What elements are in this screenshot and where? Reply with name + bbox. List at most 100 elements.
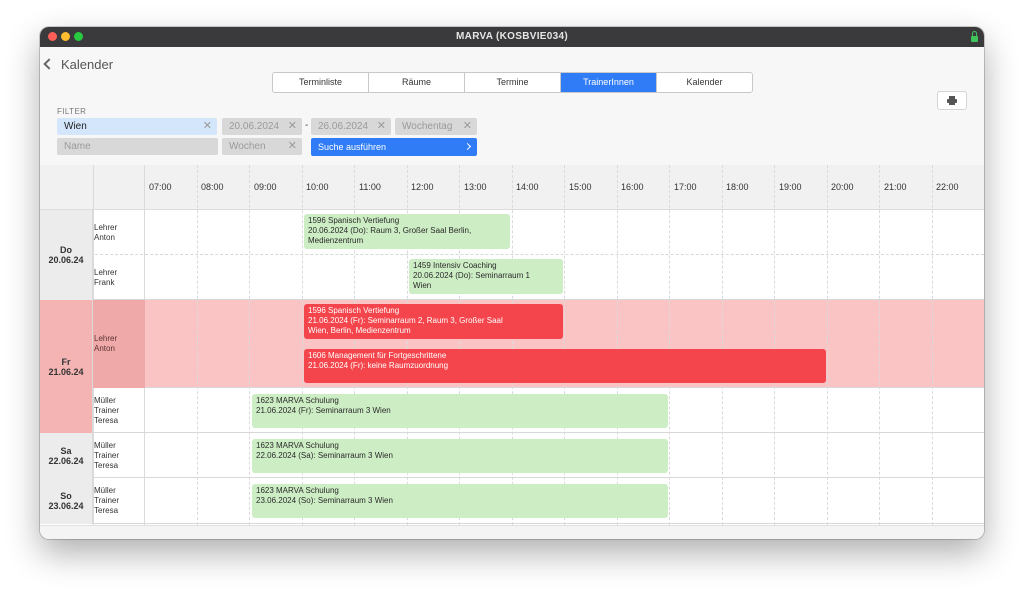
trainer-line: Lehrer: [94, 222, 118, 232]
event-title: 1596 Spanisch Vertiefung: [308, 216, 400, 225]
clear-date-from-icon[interactable]: ✕: [288, 118, 297, 135]
date-to-value: 26.06.2024: [318, 121, 369, 132]
event-detail: 21.06.2024 (Fr): Seminarraum 3 Wien: [256, 406, 391, 415]
clear-date-to-icon[interactable]: ✕: [377, 118, 386, 135]
tab-kalender[interactable]: Kalender: [657, 73, 752, 92]
trainer-line: Frank: [94, 277, 115, 287]
event-block[interactable]: 1623 MARVA Schulung 23.06.2024 (So): Sem…: [252, 484, 668, 518]
trainer-line: Teresa: [94, 460, 119, 470]
event-detail: Wien, Berlin, Medienzentrum: [308, 326, 411, 335]
hour-label: 10:00: [306, 182, 329, 192]
hour-label: 20:00: [831, 182, 854, 192]
search-button-label: Suche ausführen: [318, 142, 387, 152]
event-block-conflict[interactable]: 1606 Management für Fortgeschrittene 21.…: [304, 349, 826, 383]
minimize-window-button[interactable]: [61, 32, 70, 41]
hour-label: 07:00: [149, 182, 172, 192]
tab-trainerinnen[interactable]: TrainerInnen: [561, 73, 657, 92]
event-title: 1623 MARVA Schulung: [256, 486, 339, 495]
event-detail: 20.06.2024 (Do): Seminarraum 1: [413, 271, 530, 280]
trainer-cell[interactable]: Müller Trainer Teresa: [93, 433, 145, 478]
trainer-line: Anton: [94, 344, 115, 353]
event-detail: 23.06.2024 (So): Seminarraum 3 Wien: [256, 496, 393, 505]
event-detail: 20.06.2024 (Do): Raum 3, Großer Saal Ber…: [308, 226, 472, 235]
weekday-placeholder: Wochentag: [402, 121, 453, 132]
day-cell-sunday: So 23.06.24: [40, 478, 93, 524]
tab-termine[interactable]: Termine: [465, 73, 561, 92]
trainer-cell[interactable]: Müller Trainer Teresa: [93, 478, 145, 524]
chevron-left-icon: [43, 58, 55, 70]
tab-raeume[interactable]: Räume: [369, 73, 465, 92]
name-field[interactable]: Name: [57, 138, 218, 155]
hour-label: 13:00: [464, 182, 487, 192]
event-detail: 21.06.2024 (Fr): keine Raumzuordnung: [308, 361, 449, 370]
weekday-field[interactable]: Wochentag ✕: [395, 118, 477, 135]
title-bar: MARVA (KOSBVIE034): [40, 27, 984, 47]
date-from-value: 20.06.2024: [229, 121, 280, 132]
date-from-field[interactable]: 20.06.2024 ✕: [222, 118, 302, 135]
event-block[interactable]: 1623 MARVA Schulung 21.06.2024 (Fr): Sem…: [252, 394, 668, 428]
back-button[interactable]: Kalender: [43, 57, 114, 72]
trainer-line: Trainer: [94, 450, 120, 460]
weeks-placeholder: Wochen: [229, 141, 266, 152]
bottom-bar: [40, 525, 984, 539]
trainer-line: Trainer: [94, 405, 120, 415]
day-weekday: Do: [60, 245, 72, 255]
trainer-cell[interactable]: Lehrer Frank: [93, 255, 145, 300]
hour-label: 17:00: [674, 182, 697, 192]
search-button[interactable]: Suche ausführen: [311, 138, 477, 156]
trainer-cell[interactable]: Müller Trainer Teresa: [93, 388, 145, 433]
city-field[interactable]: Wien ✕: [57, 118, 217, 135]
event-detail: Wien: [413, 281, 432, 290]
event-title: 1596 Spanisch Vertiefung: [308, 306, 400, 315]
day-weekday: Fr: [61, 356, 71, 367]
hour-label: 14:00: [516, 182, 539, 192]
hour-label: 19:00: [779, 182, 802, 192]
clear-weeks-icon[interactable]: ✕: [288, 138, 297, 155]
hour-label: 18:00: [726, 182, 749, 192]
event-detail: Medienzentrum: [308, 236, 364, 245]
trainer-cell[interactable]: Lehrer Anton: [93, 210, 145, 255]
city-value: Wien: [64, 121, 87, 132]
printer-icon: [947, 96, 957, 105]
date-to-field[interactable]: 26.06.2024 ✕: [311, 118, 391, 135]
day-date: 20.06.24: [48, 255, 84, 265]
zoom-window-button[interactable]: [74, 32, 83, 41]
hour-label: 11:00: [359, 182, 381, 192]
day-weekday: So: [60, 491, 72, 501]
tab-terminliste[interactable]: Terminliste: [273, 73, 369, 92]
lock-icon: [971, 31, 978, 42]
day-cell-thursday: Do 20.06.24: [40, 210, 93, 300]
trainer-line: Lehrer: [94, 267, 118, 277]
clear-city-icon[interactable]: ✕: [203, 118, 212, 135]
hour-label: 16:00: [621, 182, 644, 192]
window-title: MARVA (KOSBVIE034): [456, 31, 568, 42]
event-block[interactable]: 1459 Intensiv Coaching 20.06.2024 (Do): …: [409, 259, 563, 294]
hour-label: 22:00: [936, 182, 959, 192]
clear-weekday-icon[interactable]: ✕: [463, 118, 472, 135]
event-block-conflict[interactable]: 1596 Spanisch Vertiefung 21.06.2024 (Fr)…: [304, 304, 563, 339]
event-block[interactable]: 1623 MARVA Schulung 22.06.2024 (Sa): Sem…: [252, 439, 668, 473]
trainer-schedule-grid: 07:00 08:00 09:00 10:00 11:00 12:00 13:0…: [40, 165, 984, 525]
date-separator: -: [305, 120, 309, 131]
back-label: Kalender: [61, 57, 114, 72]
view-tabs: Terminliste Räume Termine TrainerInnen K…: [272, 72, 753, 93]
event-title: 1606 Management für Fortgeschrittene: [308, 351, 447, 360]
trainer-line: Trainer: [94, 496, 120, 505]
trainer-line: Müller: [94, 486, 116, 495]
name-placeholder: Name: [64, 141, 91, 152]
hour-label: 21:00: [884, 182, 907, 192]
event-block[interactable]: 1596 Spanisch Vertiefung 20.06.2024 (Do)…: [304, 214, 510, 249]
close-window-button[interactable]: [48, 32, 57, 41]
hour-label: 15:00: [569, 182, 592, 192]
day-date: 23.06.24: [48, 501, 84, 511]
print-button[interactable]: [937, 91, 967, 110]
weeks-field[interactable]: Wochen ✕: [222, 138, 302, 155]
trainer-line: Müller: [94, 440, 116, 450]
hour-label: 09:00: [254, 182, 277, 192]
event-detail: 22.06.2024 (Sa): Seminarraum 3 Wien: [256, 451, 393, 460]
filter-label: FILTER: [57, 107, 87, 116]
trainer-line: Anton: [94, 232, 115, 242]
trainer-cell[interactable]: Lehrer Anton: [93, 300, 145, 388]
chevron-right-icon: [463, 142, 472, 151]
day-date: 21.06.24: [48, 366, 84, 377]
